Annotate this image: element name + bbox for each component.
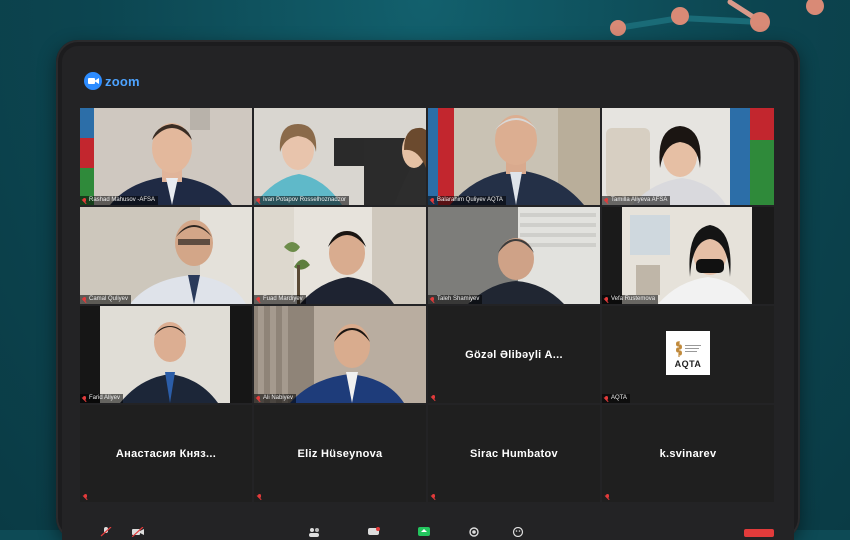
video-feed [80, 207, 252, 304]
video-feed [428, 207, 600, 304]
zoom-camera-icon [84, 72, 102, 90]
stop-video-icon[interactable] [132, 527, 144, 537]
participants-icon[interactable] [308, 527, 320, 537]
participant-name-label: Balarahim Quliyev AQTA [428, 196, 506, 205]
mic-muted-icon [604, 395, 609, 402]
participant-tile[interactable]: Eliz Hüseynova [254, 405, 426, 502]
mic-muted-icon [256, 197, 261, 204]
participant-tile[interactable]: Vefa Rustemova [602, 207, 774, 304]
participant-name-label: Tamilla Aliyeva AFSA [602, 196, 671, 205]
participant-name-label: Vefa Rustemova [602, 295, 659, 304]
mic-muted-icon [431, 494, 436, 500]
mic-muted-icon [257, 494, 262, 500]
video-feed [254, 207, 426, 304]
participant-tile[interactable]: Fuad Mardiyev [254, 207, 426, 304]
mic-muted-icon [430, 197, 435, 204]
participant-tile[interactable]: Gözəl Əlibəyli A... [428, 306, 600, 403]
participant-tile[interactable]: k.svinarev [602, 405, 774, 502]
participant-name-label: AQTA [602, 394, 630, 403]
mic-muted-icon [82, 395, 87, 402]
video-feed [602, 207, 774, 304]
participant-tile[interactable]: Ivan Potapov Rosselhoznadzor [254, 108, 426, 205]
mic-muted-icon [256, 395, 261, 402]
video-feed [80, 306, 252, 403]
gallery-view: Rashad Mahusov -AFSA Ivan Potapov Rossel… [80, 108, 774, 502]
participant-tile[interactable]: Анастасия Княз... [80, 405, 252, 502]
participant-display-name: Анастасия Княз... [115, 447, 217, 460]
participant-display-name: Eliz Hüseynova [297, 447, 383, 460]
participant-name-label: Ivan Potapov Rosselhoznadzor [254, 196, 350, 205]
mic-muted-icon [82, 296, 87, 303]
mic-muted-icon [256, 296, 261, 303]
participant-name-label: Fuad Mardiyev [254, 295, 306, 304]
participant-name-label: Taleh Shamiyev [428, 295, 483, 304]
mic-muted-icon [605, 494, 610, 500]
chat-icon[interactable] [368, 527, 380, 537]
video-feed [602, 108, 774, 205]
mic-muted-icon [83, 494, 88, 500]
zoom-wordmark: zoom [105, 73, 140, 89]
aqta-logo: AQTA [666, 331, 710, 375]
participant-display-name: k.svinarev [659, 447, 717, 460]
video-feed [80, 108, 252, 205]
record-icon[interactable] [468, 527, 480, 537]
participant-tile[interactable]: Rashad Mahusov -AFSA [80, 108, 252, 205]
participant-tile[interactable]: Farid Aliyev [80, 306, 252, 403]
mute-icon[interactable] [100, 527, 112, 537]
participant-tile[interactable]: Taleh Shamiyev [428, 207, 600, 304]
mic-muted-icon [604, 296, 609, 303]
reactions-icon[interactable] [512, 527, 524, 537]
share-screen-icon[interactable] [418, 527, 430, 537]
wheat-icon [676, 341, 701, 357]
participant-name-label: Rashad Mahusov -AFSA [80, 196, 159, 205]
video-feed [254, 108, 426, 205]
meeting-toolbar [80, 524, 780, 540]
video-feed [428, 108, 600, 205]
mic-muted-icon [604, 197, 609, 204]
participant-tile[interactable]: Balarahim Quliyev AQTA [428, 108, 600, 205]
participant-name-label: Farid Aliyev [80, 394, 124, 403]
mic-muted-icon [82, 197, 87, 204]
participant-tile[interactable]: Camal Quliyev [80, 207, 252, 304]
mic-muted-icon [431, 395, 436, 401]
participant-tile[interactable]: Tamilla Aliyeva AFSA [602, 108, 774, 205]
participant-name-label: Ali Nabiyev [254, 394, 297, 403]
zoom-window: zoom Rashad Mahusov -AFSA Ivan Potapov R… [62, 46, 794, 540]
participant-tile[interactable]: Sirac Humbatov [428, 405, 600, 502]
laptop-frame: zoom Rashad Mahusov -AFSA Ivan Potapov R… [56, 40, 800, 540]
aqta-logo-text: AQTA [674, 359, 702, 369]
mic-muted-icon [430, 296, 435, 303]
participant-display-name: Gözəl Əlibəyli A... [465, 348, 563, 361]
participant-name-label: Camal Quliyev [80, 295, 132, 304]
video-feed [254, 306, 426, 403]
participant-tile[interactable]: Ali Nabiyev [254, 306, 426, 403]
participant-tile[interactable]: AQTA AQTA [602, 306, 774, 403]
participant-display-name: Sirac Humbatov [470, 447, 558, 460]
zoom-logo: zoom [84, 72, 140, 90]
end-button[interactable] [744, 527, 774, 537]
